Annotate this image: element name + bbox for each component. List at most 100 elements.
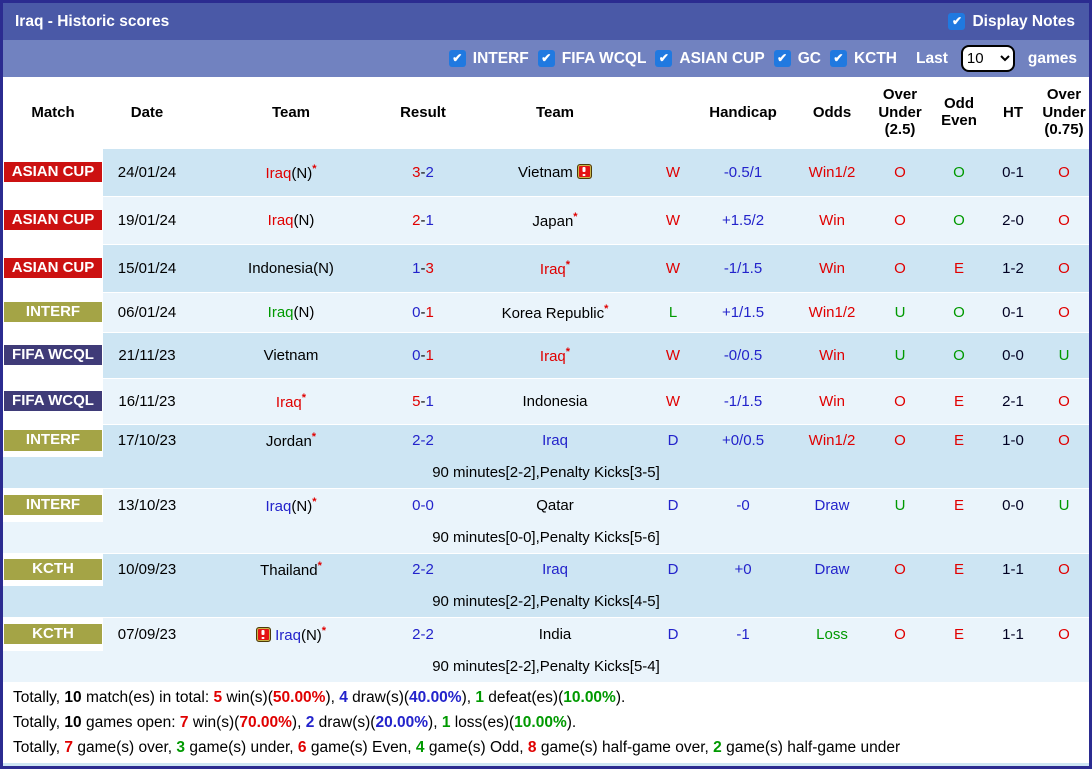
date-cell: 17/10/23 [103, 424, 191, 457]
summary-line-2: Totally, 10 games open: 7 win(s)(70.00%)… [13, 710, 1079, 735]
team-suffix: (N) [301, 627, 322, 644]
date-cell: 19/01/24 [103, 196, 191, 244]
competition-cell: KCTH [3, 618, 103, 651]
competition-cell: FIFA WCQL [3, 378, 103, 424]
team-name[interactable]: Iraq [540, 261, 566, 278]
column-header-date: Date [103, 77, 191, 148]
team-cell-home: Jordan* [191, 424, 391, 457]
summary-segment: ), [325, 689, 339, 706]
filter-checkbox-gc[interactable]: ✔ [774, 50, 791, 67]
competition-cell: ASIAN CUP [3, 148, 103, 196]
away-score: 3 [426, 260, 434, 277]
games-count-select[interactable]: 10 [961, 45, 1015, 72]
summary-segment: ), [428, 714, 442, 731]
summary-segment: 3 [176, 739, 185, 756]
filter-checkbox-asian-cup[interactable]: ✔ [655, 50, 672, 67]
filter-interf[interactable]: ✔INTERF [449, 50, 529, 68]
wdl-cell: D [655, 489, 691, 522]
home-away-star: * [573, 211, 577, 223]
summary-segment: 70.00% [239, 714, 292, 731]
team-cell-away: India [455, 618, 655, 651]
display-notes-toggle[interactable]: ✔ Display Notes [948, 13, 1075, 31]
home-score: 2 [412, 561, 420, 578]
team-name[interactable]: Iraq [276, 394, 302, 411]
team-name[interactable]: Korea Republic [502, 305, 605, 322]
column-header-odd-even: Odd Even [931, 77, 987, 148]
result-cell: 0-0 [391, 489, 455, 522]
odds-cell: Win [795, 244, 869, 292]
team-name[interactable]: Iraq [542, 432, 568, 449]
column-header-over-under-2-5: Over Under (2.5) [869, 77, 931, 148]
team-suffix: (N) [291, 165, 312, 182]
team-name[interactable]: Indonesia [522, 393, 587, 410]
team-name[interactable]: Iraq [266, 498, 292, 515]
filter-asian-cup[interactable]: ✔ASIAN CUP [655, 50, 764, 68]
summary-segment: Totally, [13, 689, 64, 706]
competition-cell: INTERF [3, 424, 103, 457]
over-under-25-cell: O [869, 378, 931, 424]
filter-checkbox-fifa-wcql[interactable]: ✔ [538, 50, 555, 67]
odd-even-cell: E [931, 378, 987, 424]
team-cell-home: Thailand* [191, 553, 391, 586]
match-row: FIFA WCQL21/11/23Vietnam0-1Iraq*W-0/0.5W… [3, 332, 1089, 378]
filter-label: KCTH [854, 50, 897, 68]
home-score: 5 [412, 393, 420, 410]
over-under-075-cell: O [1039, 378, 1089, 424]
over-under-075-cell: O [1039, 553, 1089, 586]
team-name[interactable]: Jordan [266, 433, 312, 450]
wdl-cell: W [655, 196, 691, 244]
competition-cell: KCTH [3, 553, 103, 586]
wdl-cell: W [655, 332, 691, 378]
summary-segment: 40.00% [409, 689, 462, 706]
team-name[interactable]: Iraq [268, 304, 294, 321]
home-score: 2 [412, 432, 420, 449]
column-header-match: Match [3, 77, 103, 148]
summary-segment: game(s) half-game under [722, 739, 900, 756]
summary-segment: game(s) over, [73, 739, 176, 756]
team-name[interactable]: Vietnam [264, 347, 319, 364]
filter-kcth[interactable]: ✔ KCTH [830, 50, 897, 68]
team-suffix: (N) [291, 498, 312, 515]
home-away-star: * [566, 346, 570, 358]
summary-segment: Totally, [13, 714, 64, 731]
summary-segment: 5 [213, 689, 222, 706]
team-name[interactable]: Indonesia [248, 260, 313, 277]
column-header-handicap: Handicap [691, 77, 795, 148]
wdl-cell: D [655, 553, 691, 586]
team-name[interactable]: Iraq [268, 212, 294, 229]
odds-cell: Win [795, 332, 869, 378]
team-name[interactable]: Vietnam [518, 164, 573, 181]
result-cell: 2-2 [391, 553, 455, 586]
filter-fifa-wcql[interactable]: ✔FIFA WCQL [538, 50, 647, 68]
team-name[interactable]: Qatar [536, 497, 574, 514]
over-under-25-cell: U [869, 332, 931, 378]
team-name[interactable]: Thailand [260, 562, 318, 579]
summary-segment: draw(s)( [348, 689, 409, 706]
team-name[interactable]: Iraq [542, 561, 568, 578]
column-header-over-under-0-75: Over Under (0.75) [1039, 77, 1089, 148]
competition-label: INTERF [4, 430, 102, 451]
summary-segment: game(s) under, [185, 739, 298, 756]
ht-cell: 1-1 [987, 618, 1039, 651]
filter-gc[interactable]: ✔GC [774, 50, 821, 68]
display-notes-checkbox[interactable]: ✔ [948, 13, 965, 30]
competition-label: INTERF [4, 302, 102, 323]
ht-cell: 0-0 [987, 489, 1039, 522]
team-cell-away: Iraq [455, 553, 655, 586]
team-name[interactable]: Iraq [540, 348, 566, 365]
competition-label: INTERF [4, 495, 102, 516]
handicap-cell: +1.5/2 [691, 196, 795, 244]
team-name[interactable]: Iraq [275, 627, 301, 644]
team-suffix: (N) [313, 260, 334, 277]
team-name[interactable]: Japan [532, 213, 573, 230]
team-name[interactable]: India [539, 626, 572, 643]
away-score: 1 [426, 212, 434, 229]
filter-checkbox-interf[interactable]: ✔ [449, 50, 466, 67]
away-score: 0 [426, 497, 434, 514]
filter-checkbox-kcth[interactable]: ✔ [830, 50, 847, 67]
handicap-cell: +0 [691, 553, 795, 586]
over-under-25-cell: O [869, 148, 931, 196]
games-label: games [1028, 50, 1077, 68]
team-name[interactable]: Iraq [266, 165, 292, 182]
competition-cell: ASIAN CUP [3, 244, 103, 292]
